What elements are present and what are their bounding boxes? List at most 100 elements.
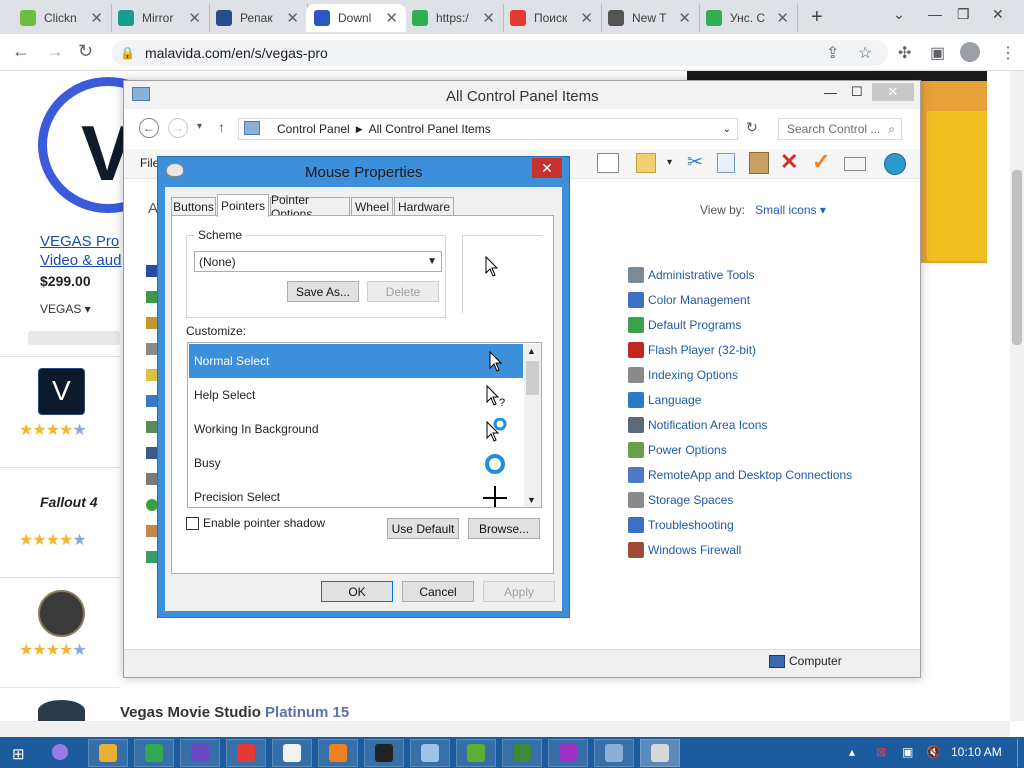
tab-buttons[interactable]: Buttons <box>171 197 216 215</box>
taskbar-button[interactable] <box>594 739 634 767</box>
tray-app-icon[interactable]: ▣ <box>902 745 913 759</box>
cp-close-button[interactable]: ✕ <box>872 83 914 101</box>
fallout-4-logo[interactable]: Fallout 4 <box>40 494 98 510</box>
bookmark-star-icon[interactable]: ☆ <box>858 43 872 63</box>
profile-avatar-icon[interactable] <box>960 42 980 62</box>
taskbar-clock[interactable]: 10:10 AM <box>951 745 1002 759</box>
cp-item[interactable]: Storage Spaces <box>628 489 733 511</box>
taskbar-button[interactable] <box>364 739 404 767</box>
browser-tab[interactable]: Унс. С ✕ <box>698 4 798 32</box>
cursor-list-scroll-thumb[interactable] <box>526 361 539 395</box>
checkbox-box[interactable] <box>186 516 199 530</box>
volume-muted-icon[interactable]: 🔇 <box>926 745 941 759</box>
close-icon[interactable]: ✕ <box>580 9 593 27</box>
cp-refresh-icon[interactable]: ↻ <box>746 119 758 136</box>
breadcrumb-control-panel[interactable]: Control Panel <box>277 122 350 136</box>
close-icon[interactable]: ✕ <box>678 9 691 27</box>
taskbar-button[interactable] <box>548 739 588 767</box>
apply-button[interactable]: Apply <box>483 581 555 602</box>
cursor-list[interactable]: Normal Select Help Select ? Working In B… <box>187 342 542 508</box>
vegas-movie-studio-title[interactable]: Vegas Movie Studio Platinum 15 <box>120 704 349 721</box>
show-desktop-button[interactable] <box>1017 739 1022 767</box>
restore-browser-button[interactable]: ❐ <box>957 6 970 23</box>
assistant-icon[interactable] <box>52 744 68 760</box>
taskbar-button[interactable] <box>456 739 496 767</box>
cp-recent-chevron-icon[interactable]: ▾ <box>197 121 202 132</box>
ok-button[interactable]: OK <box>321 581 393 602</box>
browser-tab[interactable]: Репак ✕ <box>208 4 308 32</box>
properties-window-icon[interactable] <box>844 157 866 171</box>
vegas-pro-app-icon[interactable]: V <box>38 368 85 415</box>
browse-button[interactable]: Browse... <box>468 518 540 539</box>
page-horizontal-scrollbar[interactable] <box>0 721 1010 737</box>
cancel-button[interactable]: Cancel <box>402 581 474 602</box>
enable-pointer-shadow-checkbox[interactable]: Enable pointer shadow <box>186 516 325 530</box>
taskbar-button[interactable] <box>180 739 220 767</box>
layout-pane-icon[interactable] <box>597 153 619 173</box>
delete-x-icon[interactable]: ✕ <box>780 149 798 175</box>
windows-start-icon[interactable]: ⊞ <box>12 745 25 763</box>
tab-wheel[interactable]: Wheel <box>351 197 393 215</box>
delete-button[interactable]: Delete <box>367 281 439 302</box>
share-icon[interactable]: ⇪ <box>826 43 839 63</box>
browser-tab[interactable]: https:/ ✕ <box>404 4 504 32</box>
close-icon[interactable]: ✕ <box>286 9 299 27</box>
view-by-control[interactable]: View by: Small icons ▾ <box>700 203 826 217</box>
cut-scissors-icon[interactable]: ✂ <box>687 151 703 174</box>
cp-item[interactable]: RemoteApp and Desktop Connections <box>628 464 852 486</box>
cursor-row-precision-select[interactable]: Precision Select <box>189 480 523 507</box>
browser-tab[interactable]: Downl ✕ <box>306 4 406 32</box>
breadcrumb-all-items[interactable]: All Control Panel Items <box>369 122 491 136</box>
brand-dropdown[interactable]: VEGAS ▾ <box>40 302 91 316</box>
cursor-row-busy[interactable]: Busy <box>189 446 523 480</box>
product-subtitle-link[interactable]: Video & aud <box>40 252 121 269</box>
use-default-button[interactable]: Use Default <box>387 518 459 539</box>
cursor-row-help-select[interactable]: Help Select ? <box>189 378 523 412</box>
network-status-icon[interactable]: ⊠ <box>876 745 886 759</box>
vegas-movie-studio-app-icon[interactable] <box>38 700 85 721</box>
tab-pointer-options[interactable]: Pointer Options <box>270 193 350 221</box>
browser-tab[interactable]: Поиск ✕ <box>502 4 602 32</box>
tab-search-chevron-icon[interactable]: ⌄ <box>893 6 905 23</box>
cp-search-input[interactable]: Search Control ... ⌕ <box>778 118 902 140</box>
cp-back-icon[interactable]: ← <box>139 118 159 138</box>
checkmark-icon[interactable]: ✓ <box>812 149 830 175</box>
tray-chevron-icon[interactable]: ▴ <box>849 745 855 759</box>
cp-item[interactable]: Indexing Options <box>628 364 738 386</box>
cp-item[interactable]: Troubleshooting <box>628 514 734 536</box>
cursor-row-normal-select[interactable]: Normal Select <box>189 344 523 378</box>
cp-breadcrumb-bar[interactable]: Control Panel ▶ All Control Panel Items … <box>238 118 738 140</box>
toolbar-dropdown-icon[interactable]: ▾ <box>667 157 672 168</box>
taskbar-button[interactable] <box>226 739 266 767</box>
close-icon[interactable]: ✕ <box>90 9 103 27</box>
mouse-properties-close-button[interactable]: ✕ <box>532 158 562 178</box>
close-icon[interactable]: ✕ <box>188 9 201 27</box>
product-title-link[interactable]: VEGAS Pro <box>40 233 119 250</box>
copy-icon[interactable] <box>717 153 735 173</box>
page-scrollbar-thumb[interactable] <box>1012 170 1022 345</box>
close-icon[interactable]: ✕ <box>776 9 789 27</box>
extensions-puzzle-icon[interactable]: ✣ <box>898 43 911 63</box>
paste-clipboard-icon[interactable] <box>749 152 769 174</box>
taskbar-button[interactable] <box>88 739 128 767</box>
browser-tab[interactable]: Mirror ✕ <box>110 4 210 32</box>
kebab-menu-icon[interactable]: ⋮ <box>1000 43 1016 63</box>
forward-arrow-icon[interactable]: → <box>46 41 64 62</box>
taskbar-button[interactable] <box>640 739 680 767</box>
scheme-select[interactable]: (None) ▼ <box>194 251 442 272</box>
cp-item[interactable]: Language <box>628 389 701 411</box>
cp-item[interactable]: Color Management <box>628 289 750 311</box>
carousel-scrollbar[interactable] <box>28 331 120 345</box>
close-browser-button[interactable]: ✕ <box>992 6 1004 23</box>
cp-item[interactable]: Power Options <box>628 439 727 461</box>
tab-pointers[interactable]: Pointers <box>217 194 269 217</box>
folder-check-icon[interactable] <box>636 153 656 173</box>
save-as-button[interactable]: Save As... <box>287 281 359 302</box>
close-icon[interactable]: ✕ <box>385 9 398 27</box>
cp-item[interactable]: Administrative Tools <box>628 264 755 286</box>
new-tab-button[interactable]: + <box>811 6 823 29</box>
cp-item[interactable]: Flash Player (32-bit) <box>628 339 756 361</box>
tab-hardware[interactable]: Hardware <box>394 197 454 215</box>
cp-forward-icon[interactable]: → <box>168 118 188 138</box>
cp-item[interactable]: Default Programs <box>628 314 741 336</box>
